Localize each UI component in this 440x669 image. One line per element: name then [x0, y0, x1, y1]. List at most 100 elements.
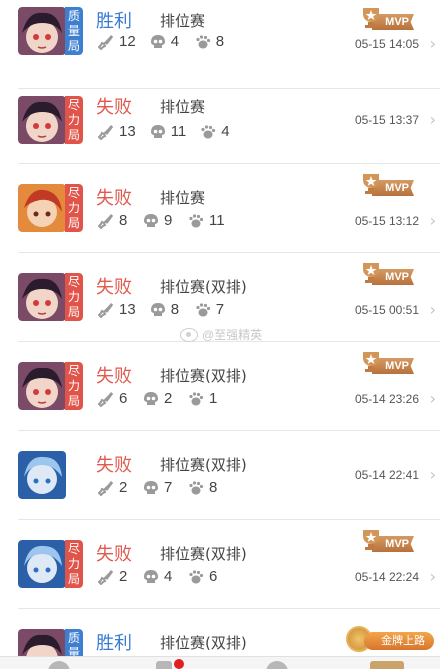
assists-stat: 6 — [188, 568, 219, 585]
watermark: @至强精英 — [180, 326, 262, 343]
gold-badge-label: 金牌上路 — [364, 632, 434, 650]
kills-icon — [98, 480, 119, 496]
assists-icon — [188, 480, 209, 496]
deaths-stat: 9 — [143, 212, 174, 229]
trophy-icon — [360, 350, 382, 372]
kda-stats: 6 2 1 — [98, 390, 233, 407]
badge-char: 力 — [67, 113, 80, 127]
kda-stats: 12 4 8 — [98, 33, 240, 50]
hero-portrait — [18, 7, 66, 55]
kda-stats: 8 9 11 — [98, 212, 239, 229]
badge-char: 尽 — [67, 98, 80, 112]
badge-char: 局 — [67, 39, 80, 53]
deaths-stat: 4 — [150, 33, 181, 50]
badge-char: 力 — [67, 201, 80, 215]
mvp-badge: MVP — [360, 6, 416, 32]
deaths-stat: 11 — [150, 123, 187, 140]
match-row[interactable]: 失败 排位赛(双排) 2 7 8 05-14 22:41 › — [0, 431, 440, 520]
mvp-badge: MVP — [360, 172, 416, 198]
watermark-text: @至强精英 — [202, 328, 263, 342]
kills-stat: 12 — [98, 33, 136, 50]
trophy-icon — [360, 6, 382, 28]
mvp-badge: MVP — [360, 350, 416, 376]
match-mode: 排位赛(双排) — [160, 456, 247, 474]
deaths-icon — [143, 391, 164, 407]
kills-count: 13 — [119, 123, 136, 140]
hero-portrait — [18, 362, 66, 410]
hero-avatar: 尽力局 — [18, 362, 83, 410]
kills-stat: 2 — [98, 479, 129, 496]
assists-stat: 8 — [188, 479, 219, 496]
deaths-icon — [150, 302, 171, 318]
assists-icon — [195, 302, 216, 318]
badge-char: 尽 — [67, 186, 80, 200]
kills-stat: 8 — [98, 212, 129, 229]
chevron-right-icon: › — [429, 465, 436, 484]
hero-portrait — [18, 184, 66, 232]
assists-count: 6 — [209, 568, 218, 585]
assists-count: 11 — [209, 212, 225, 229]
match-time: 05-15 00:51 — [354, 303, 419, 317]
mvp-badge: MVP — [360, 528, 416, 554]
kills-icon — [98, 213, 119, 229]
match-quality-badge: 尽力局 — [65, 184, 83, 232]
assists-icon — [195, 34, 216, 50]
match-row[interactable]: 尽力局失败 排位赛 13 11 4 05-15 13:37 › — [0, 75, 440, 164]
deaths-count: 11 — [170, 123, 187, 140]
badge-char: 局 — [67, 572, 80, 586]
match-time: 05-15 14:05 — [354, 37, 419, 51]
deaths-icon — [143, 480, 164, 496]
kills-count: 12 — [119, 33, 136, 50]
match-row[interactable]: 尽力局失败 排位赛(双排) 6 2 1 MVP 05-14 23:26 › — [0, 342, 440, 431]
match-quality-badge: 尽力局 — [65, 273, 83, 321]
assists-count: 8 — [209, 479, 218, 496]
match-result: 失败 — [96, 277, 132, 298]
kda-stats: 13 8 7 — [98, 301, 240, 318]
deaths-count: 9 — [164, 212, 173, 229]
match-result: 失败 — [96, 97, 132, 118]
assists-icon — [188, 213, 209, 229]
badge-char: 量 — [67, 24, 80, 38]
kills-icon — [98, 569, 119, 585]
kills-count: 2 — [119, 568, 128, 585]
assists-stat: 7 — [195, 301, 226, 318]
badge-char: 力 — [67, 557, 80, 571]
tab-profile-icon[interactable] — [370, 661, 404, 669]
match-mode: 排位赛 — [160, 98, 206, 116]
assists-count: 1 — [209, 390, 218, 407]
match-quality-badge: 尽力局 — [65, 362, 83, 410]
mvp-badge: MVP — [360, 261, 416, 287]
kills-count: 2 — [119, 479, 128, 496]
match-time: 05-14 23:26 — [354, 392, 419, 406]
tab-record-icon[interactable] — [156, 661, 172, 669]
tab-discover-icon[interactable] — [266, 661, 288, 669]
deaths-count: 4 — [164, 568, 173, 585]
notification-dot — [174, 659, 184, 669]
badge-char: 局 — [67, 216, 80, 230]
match-quality-badge: 质量局 — [65, 7, 83, 55]
match-row[interactable]: 尽力局失败 排位赛(双排) 2 4 6 MVP 05-14 22:24 › — [0, 520, 440, 609]
kills-icon — [98, 302, 119, 318]
match-result: 胜利 — [96, 633, 132, 654]
hero-avatar: 尽力局 — [18, 540, 83, 588]
tab-home-icon[interactable] — [48, 661, 70, 669]
deaths-count: 7 — [164, 479, 173, 496]
match-quality-badge: 尽力局 — [65, 96, 83, 144]
match-row[interactable]: 尽力局失败 排位赛 8 9 11 MVP 05-15 13:12 › — [0, 164, 440, 253]
trophy-icon — [360, 528, 382, 550]
assists-stat: 11 — [188, 212, 225, 229]
chevron-right-icon: › — [429, 300, 436, 319]
badge-char: 力 — [67, 379, 80, 393]
match-time: 05-14 22:24 — [354, 570, 419, 584]
match-mode: 排位赛 — [160, 189, 206, 207]
kills-stat: 13 — [98, 123, 136, 140]
deaths-stat: 2 — [143, 390, 174, 407]
trophy-icon — [360, 172, 382, 194]
assists-count: 4 — [221, 123, 230, 140]
match-time: 05-14 22:41 — [354, 468, 419, 482]
match-mode: 排位赛(双排) — [160, 545, 247, 563]
match-mode: 排位赛(双排) — [160, 278, 247, 296]
badge-char: 尽 — [67, 542, 80, 556]
match-time: 05-15 13:37 — [354, 113, 419, 127]
deaths-count: 8 — [170, 301, 180, 318]
